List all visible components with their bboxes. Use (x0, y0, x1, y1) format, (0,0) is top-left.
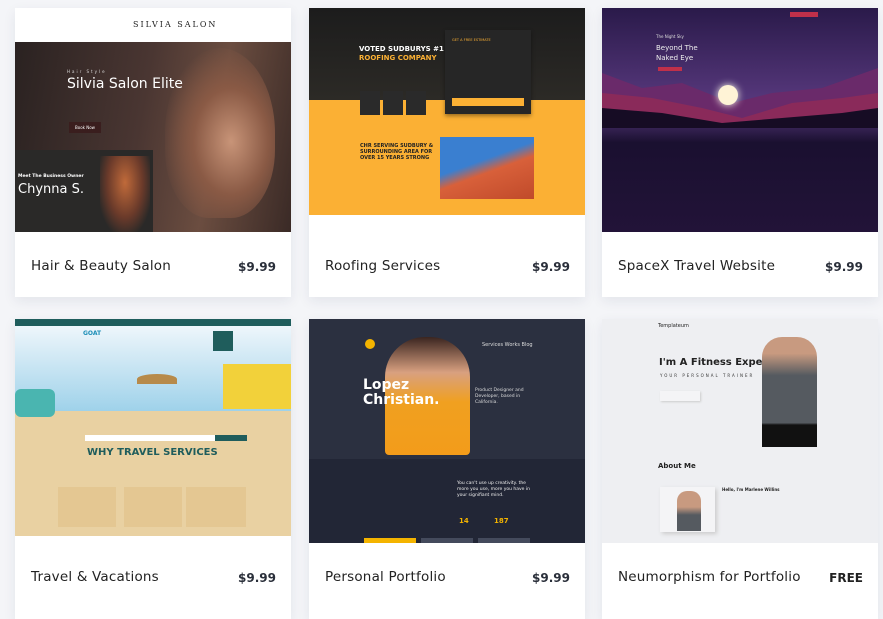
template-card-travel[interactable]: GOAT WHY TRAVEL SERVICES Travel & Vacati… (15, 319, 291, 619)
thumb-stat-2: 187 (494, 517, 509, 525)
thumb-headline-2: ROOFING COMPANY (359, 54, 437, 62)
template-price: $9.99 (238, 571, 276, 585)
template-thumbnail[interactable]: Templateum I'm A Fitness Expert YOUR PER… (602, 319, 878, 543)
template-price: $9.99 (238, 260, 276, 274)
template-card-hair-beauty[interactable]: SILVIA SALON Hair Style Silvia Salon Eli… (15, 8, 291, 297)
thumb-section: CHR SERVING SUDBURY & SURROUNDING AREA F… (360, 143, 434, 161)
template-title[interactable]: Neumorphism for Portfolio (618, 569, 801, 585)
template-card-neumorphism[interactable]: Templateum I'm A Fitness Expert YOUR PER… (602, 319, 878, 619)
thumb-headline-1: VOTED SUDBURYS #1 (359, 45, 444, 53)
thumb-button: Book Now (69, 122, 101, 133)
card-footer: Roofing Services $9.99 (309, 232, 585, 297)
template-price: FREE (829, 571, 863, 585)
card-footer: SpaceX Travel Website $9.99 (602, 232, 878, 297)
thumb-name-1: Lopez (363, 377, 410, 393)
card-footer: Travel & Vacations $9.99 (15, 543, 291, 608)
thumb-logo: Templateum (658, 323, 689, 329)
template-thumbnail[interactable]: The Night Sky Beyond The Naked Eye (602, 8, 878, 232)
template-title[interactable]: Travel & Vacations (31, 569, 159, 585)
template-title[interactable]: Hair & Beauty Salon (31, 258, 171, 274)
thumb-eyebrow: The Night Sky (656, 34, 684, 39)
template-card-roofing[interactable]: VOTED SUDBURYS #1 ROOFING COMPANY GET A … (309, 8, 585, 297)
thumb-headline: WHY TRAVEL SERVICES (87, 447, 218, 458)
template-title[interactable]: Personal Portfolio (325, 569, 446, 585)
template-thumbnail[interactable]: VOTED SUDBURYS #1 ROOFING COMPANY GET A … (309, 8, 585, 232)
thumb-hello: Hello, I'm Marlene Willins (722, 487, 780, 492)
thumb-headline: Silvia Salon Elite (67, 76, 183, 92)
moon-icon (718, 85, 738, 105)
thumb-headline: I'm A Fitness Expert (659, 357, 773, 368)
thumb-sub: Meet The Business Owner (18, 174, 84, 179)
template-card-portfolio[interactable]: Services Works Blog Lopez Christian. Pro… (309, 319, 585, 619)
template-price: $9.99 (825, 260, 863, 274)
template-title[interactable]: Roofing Services (325, 258, 440, 274)
thumb-quote: You can't use up creativity. the more yo… (457, 481, 530, 498)
thumb-form-title: GET A FREE ESTIMATE (452, 38, 491, 42)
template-card-spacex[interactable]: The Night Sky Beyond The Naked Eye Space… (602, 8, 878, 297)
thumb-name: Chynna S. (18, 182, 84, 197)
template-thumbnail[interactable]: Services Works Blog Lopez Christian. Pro… (309, 319, 585, 543)
thumb-logo: GOAT (83, 330, 102, 337)
thumb-role: Product Designer and Developer, based in… (475, 388, 524, 405)
thumb-name-2: Christian. (363, 392, 440, 408)
mountains-illustration (602, 68, 878, 128)
card-footer: Neumorphism for Portfolio FREE (602, 543, 878, 608)
card-footer: Hair & Beauty Salon $9.99 (15, 232, 291, 297)
thumb-logo: SILVIA SALON (133, 20, 218, 29)
thumb-eyebrow: Hair Style (67, 69, 107, 74)
template-thumbnail[interactable]: SILVIA SALON Hair Style Silvia Salon Eli… (15, 8, 291, 232)
card-footer: Personal Portfolio $9.99 (309, 543, 585, 608)
thumb-headline-1: Beyond The (656, 44, 698, 52)
logo-icon (365, 339, 375, 349)
thumb-nav: Services Works Blog (482, 342, 533, 348)
template-price: $9.99 (532, 571, 570, 585)
template-title[interactable]: SpaceX Travel Website (618, 258, 775, 274)
template-thumbnail[interactable]: GOAT WHY TRAVEL SERVICES (15, 319, 291, 543)
template-price: $9.99 (532, 260, 570, 274)
thumb-sub: YOUR PERSONAL TRAINER (660, 373, 755, 378)
thumb-headline-2: Naked Eye (656, 54, 694, 62)
thumb-about: About Me (658, 462, 696, 470)
thumb-stat-1: 14 (459, 517, 469, 525)
